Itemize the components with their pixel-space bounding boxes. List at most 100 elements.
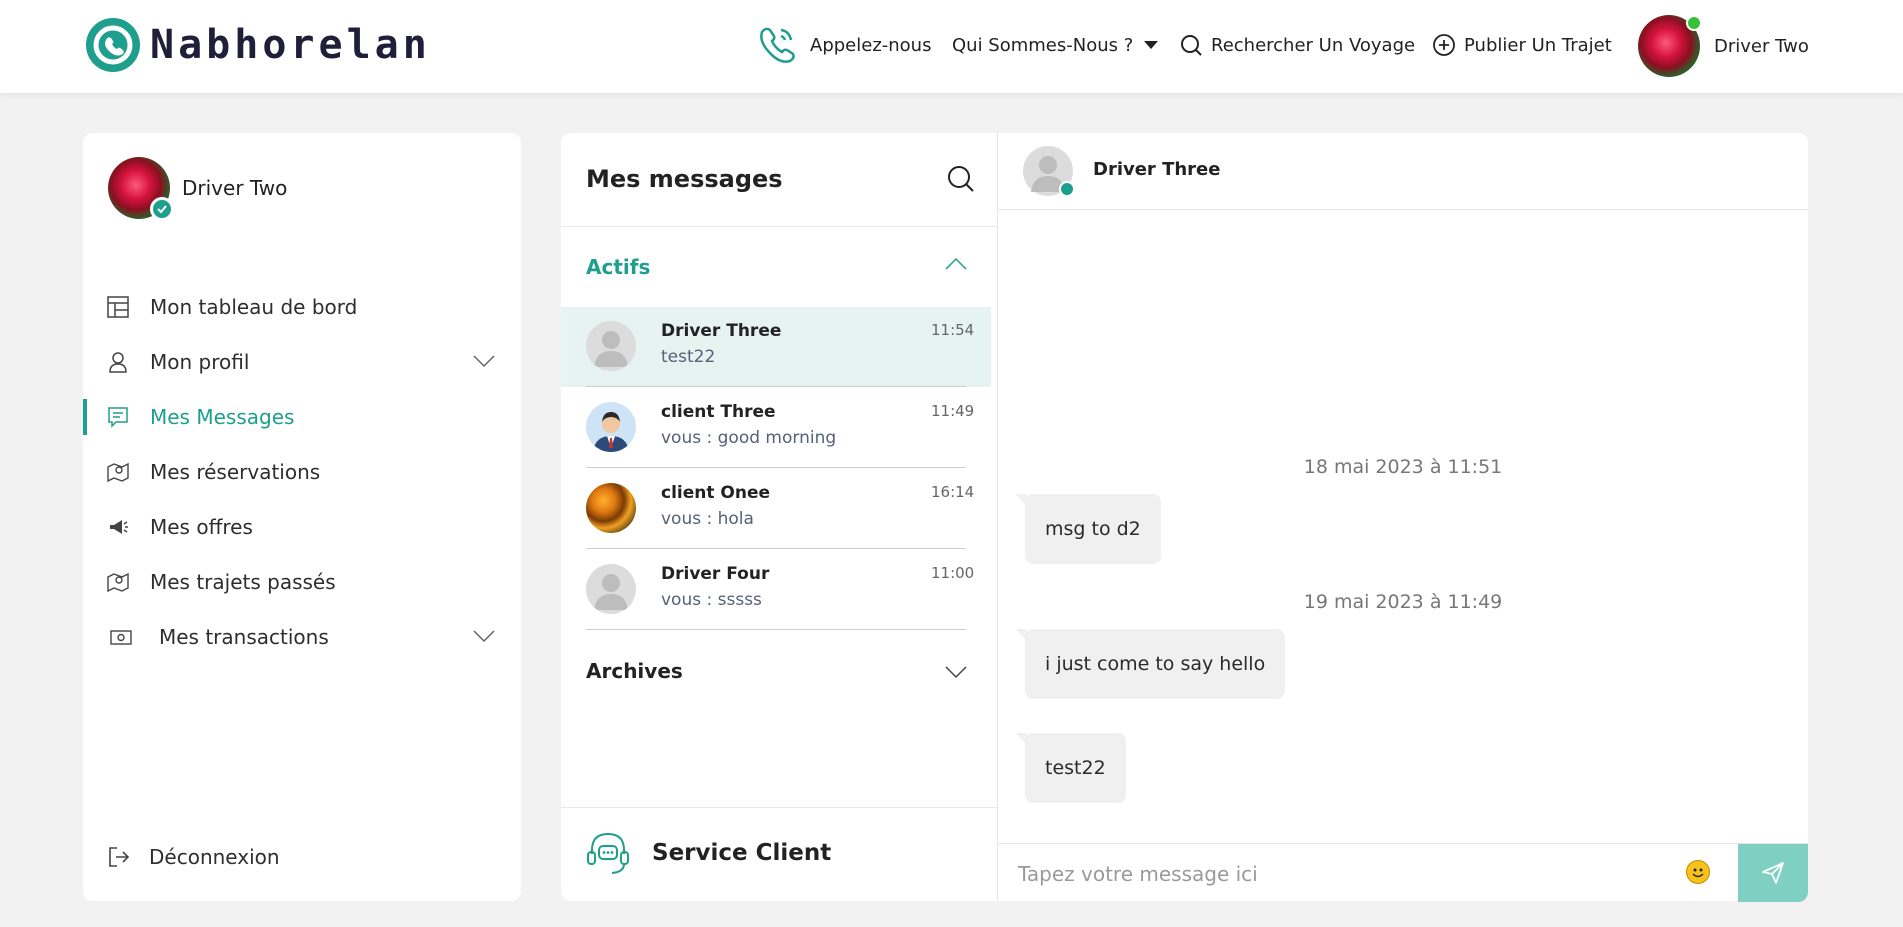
chat-panel: Driver Three 18 mai 2023 à 11:51 msg to … — [998, 133, 1808, 902]
sidebar-item-messages[interactable]: Mes Messages — [83, 395, 521, 439]
active-section-label: Actifs — [586, 255, 651, 279]
chat-header: Driver Three — [998, 133, 1808, 210]
user-name: Driver Two — [1714, 35, 1809, 57]
sidebar-item-label: Mon profil — [150, 350, 250, 374]
archives-section-label: Archives — [586, 659, 683, 683]
chevron-down-icon[interactable] — [945, 665, 967, 679]
verified-badge-icon — [150, 197, 174, 221]
conversation-item[interactable]: client Onee vous : hola 16:14 — [561, 469, 991, 549]
conversation-name: client Onee — [661, 483, 771, 503]
sidebar-item-label: Mes Messages — [150, 405, 295, 429]
caret-down-icon — [1144, 41, 1159, 49]
flowers-avatar — [586, 483, 636, 533]
logout-icon — [109, 847, 130, 867]
sidebar-item-label: Mes offres — [150, 515, 253, 539]
search-icon[interactable] — [947, 165, 975, 193]
message-composer — [998, 843, 1808, 902]
map-pin-icon — [107, 572, 129, 593]
message-bubble: msg to d2 — [1015, 494, 1161, 564]
sidebar-item-label: Mes trajets passés — [150, 570, 336, 594]
nav-about-dropdown[interactable]: Qui Sommes-Nous ? — [952, 22, 1159, 68]
nav-search-link[interactable]: Rechercher Un Voyage — [1179, 22, 1415, 68]
chevron-down-icon — [473, 630, 495, 643]
headset-icon — [587, 832, 629, 874]
conversation-time: 16:14 — [931, 483, 975, 501]
sidebar-item-label: Mon tableau de bord — [150, 295, 358, 319]
user-icon — [109, 352, 127, 373]
emoji-icon[interactable] — [1686, 860, 1710, 884]
divider — [586, 629, 966, 630]
nav-publish-label: Publier Un Trajet — [1464, 34, 1612, 56]
nav-about-label: Qui Sommes-Nous ? — [952, 34, 1134, 56]
active-section-toggle[interactable]: Actifs — [586, 255, 650, 279]
sidebar-item-reservations[interactable]: Mes réservations — [83, 450, 521, 494]
online-status-dot — [1686, 15, 1702, 31]
megaphone-icon — [110, 520, 128, 534]
logout-button[interactable]: Déconnexion — [107, 845, 280, 869]
message-input[interactable] — [1018, 858, 1658, 890]
businessman-avatar — [586, 402, 636, 452]
cash-icon — [110, 630, 132, 645]
search-icon — [1181, 35, 1202, 56]
conversation-time: 11:54 — [931, 321, 975, 339]
sidebar-item-past-trips[interactable]: Mes trajets passés — [83, 560, 521, 604]
divider — [561, 807, 998, 808]
send-icon — [1762, 862, 1784, 884]
nav-search-label: Rechercher Un Voyage — [1211, 34, 1416, 56]
archives-section-toggle[interactable]: Archives — [586, 659, 683, 683]
conversation-preview: vous : good morning — [661, 428, 837, 448]
sidebar-item-label: Mes transactions — [159, 625, 329, 649]
conversation-preview: vous : hola — [661, 509, 754, 529]
phone-icon — [760, 27, 795, 63]
date-separator: 18 mai 2023 à 11:51 — [1303, 456, 1503, 478]
nav-call-label: Appelez-nous — [810, 34, 932, 56]
top-navbar: Nabhorelan Appelez-nous Qui Sommes-Nous … — [0, 0, 1903, 93]
brand-name: Nabhorelan — [150, 22, 431, 68]
conversations-title: Mes messages — [586, 165, 783, 193]
sidebar-item-label: Mes réservations — [150, 460, 321, 484]
message-bubble: i just come to say hello — [1014, 629, 1286, 699]
logout-label: Déconnexion — [149, 845, 280, 869]
divider — [561, 226, 998, 227]
user-menu[interactable]: Driver Two — [1638, 14, 1809, 78]
conversation-name: client Three — [661, 402, 776, 422]
plus-circle-icon — [1433, 34, 1455, 56]
conversation-item[interactable]: Driver Three test22 11:54 — [561, 307, 991, 387]
sidebar-item-dashboard[interactable]: Mon tableau de bord — [83, 285, 521, 329]
divider — [586, 386, 966, 387]
chevron-down-icon — [473, 355, 495, 368]
default-avatar-icon — [586, 564, 636, 614]
default-avatar-icon — [586, 321, 636, 371]
send-button[interactable] — [1738, 844, 1808, 902]
account-sidebar: Driver Two Mon tableau de bord Mon profi… — [83, 133, 521, 901]
sidebar-item-offers[interactable]: Mes offres — [83, 505, 521, 549]
logo-phone-icon — [86, 18, 140, 72]
dashboard-icon — [107, 296, 129, 318]
chat-contact-name[interactable]: Driver Three — [1093, 159, 1220, 180]
nav-call-link[interactable]: Appelez-nous — [754, 22, 931, 68]
message-bubble: test22 — [1015, 733, 1126, 803]
customer-service-button[interactable]: Service Client — [586, 830, 831, 876]
online-status-dot — [1059, 181, 1075, 197]
conversation-item[interactable]: Driver Four vous : sssss 11:00 — [561, 550, 991, 630]
sidebar-item-profile[interactable]: Mon profil — [83, 340, 521, 384]
date-separator: 19 mai 2023 à 11:49 — [1303, 591, 1503, 613]
sidebar-user-name: Driver Two — [182, 176, 288, 200]
sidebar-avatar — [108, 157, 174, 221]
sidebar-item-transactions[interactable]: Mes transactions — [83, 615, 521, 659]
conversation-time: 11:00 — [931, 564, 975, 582]
conversation-time: 11:49 — [931, 402, 975, 420]
conversation-panel: Mes messages Actifs Driver Three test22 … — [561, 133, 998, 901]
conversation-preview: vous : sssss — [661, 590, 762, 610]
message-icon — [108, 407, 128, 428]
nav-publish-link[interactable]: Publier Un Trajet — [1432, 22, 1612, 68]
conversation-item[interactable]: client Three vous : good morning 11:49 — [561, 388, 991, 468]
sidebar-user: Driver Two — [108, 157, 288, 221]
divider — [586, 467, 966, 468]
conversation-name: Driver Four — [661, 564, 770, 584]
map-pin-icon — [107, 462, 129, 483]
conversation-preview: test22 — [661, 347, 716, 367]
customer-service-label: Service Client — [652, 840, 832, 866]
brand-logo[interactable]: Nabhorelan — [86, 18, 431, 72]
chevron-up-icon[interactable] — [945, 257, 967, 271]
